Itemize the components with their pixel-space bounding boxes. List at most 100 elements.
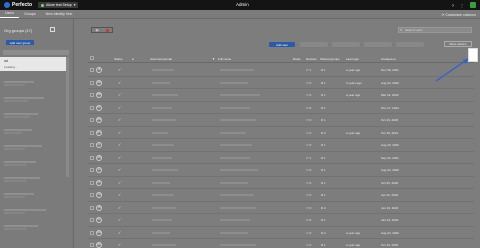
row-checkbox[interactable]: [90, 68, 94, 72]
group-filter-input[interactable]: [3, 50, 69, 55]
sort-icon[interactable]: ▼: [212, 57, 215, 61]
group-item[interactable]: [4, 81, 34, 87]
row-checkbox[interactable]: [90, 143, 94, 147]
devices-cell: ▭ 0: [306, 80, 312, 85]
row-checkbox[interactable]: [90, 155, 94, 160]
toggle-right[interactable]: [102, 28, 112, 32]
full-name-cell: [220, 244, 256, 246]
table-row[interactable]: LT ✓ ▭ 0 ⧉ 1 Aug 20, 2020: [88, 139, 474, 152]
row-checkbox[interactable]: [90, 180, 94, 185]
table-row[interactable]: KC ✓ ▭ 0 ⧉ 1 Oct 25, 2020: [88, 177, 474, 189]
group-item[interactable]: [4, 161, 36, 167]
header-created-on[interactable]: Created on: [381, 57, 396, 61]
toolbar-action-disabled[interactable]: [300, 42, 328, 47]
username-cell[interactable]: [152, 131, 168, 134]
username-cell[interactable]: [152, 94, 178, 96]
avatar: JB: [96, 204, 102, 211]
username-cell[interactable]: [152, 81, 170, 84]
table-row[interactable]: AB ✓ ▭ 1 ⧉ 1 Sep 20, 2021: [88, 152, 474, 164]
collapse-panel-icon[interactable]: [50, 27, 55, 32]
last-login-cell: a year ago: [346, 230, 361, 235]
menu-icon[interactable]: ⋮: [460, 3, 464, 8]
username-cell[interactable]: [152, 119, 176, 121]
header-devices[interactable]: Devices: [306, 57, 317, 61]
table-row[interactable]: AW ✓ ▭ 0 ⧉ 2 a year ago Aug 24, 2020: [88, 227, 474, 239]
table-row[interactable]: SL ✓ ▭ 0 ⧉ 1 Jan 23, 2020: [88, 214, 474, 227]
header-shared-groups[interactable]: Shared groups: [320, 57, 340, 61]
table-row[interactable]: JB ✓ ▭ 0 ⧉ 2 Jun 10, 2022: [88, 202, 474, 214]
add-user-button[interactable]: Add user: [269, 42, 295, 47]
help-icon[interactable]: ?: [452, 3, 454, 8]
panel-scrollbar[interactable]: [66, 57, 69, 177]
username-cell[interactable]: [152, 194, 174, 196]
username-cell[interactable]: [152, 244, 176, 246]
more-actions-button[interactable]: More actions: [444, 41, 472, 47]
table-row[interactable]: JO ✓ ▭ 0 ⧉ 1 Aug 24, 2020: [88, 164, 474, 177]
row-checkbox[interactable]: [90, 80, 94, 85]
username-cell[interactable]: [152, 69, 174, 71]
toggle-left[interactable]: ▦: [92, 28, 102, 32]
header-full-name[interactable]: Full name: [218, 57, 231, 61]
toolbar-action-disabled[interactable]: [396, 42, 424, 47]
group-item[interactable]: [4, 193, 34, 199]
row-checkbox[interactable]: [90, 118, 94, 122]
header-status[interactable]: Status: [114, 57, 123, 61]
group-item-selected[interactable]: ad Loading...: [0, 57, 66, 71]
add-group-button[interactable]: Add user group: [6, 40, 34, 45]
username-cell[interactable]: [152, 206, 176, 209]
created-on-cell: Aug 24, 2020: [381, 168, 399, 172]
row-checkbox[interactable]: [90, 130, 94, 135]
row-checkbox[interactable]: [90, 168, 94, 172]
header-username[interactable]: Username/email: [150, 57, 172, 61]
table-row[interactable]: BM ✓ ▭ 0 ⧉ 1 a year ago Mar 19, 2022: [88, 89, 474, 102]
table-row[interactable]: JB ✓ ▭ 1 ⧉ 1 a year ago Nov 30, 2021: [88, 64, 474, 77]
row-checkbox[interactable]: [90, 193, 94, 197]
group-item[interactable]: [4, 177, 40, 183]
username-cell[interactable]: [152, 181, 170, 184]
row-checkbox[interactable]: [90, 218, 94, 222]
group-item[interactable]: [4, 129, 32, 135]
table-row[interactable]: MR ✓ ▭ 0 ⧉ 1 a year ago Oct 19, 2020: [88, 239, 474, 248]
row-checkbox[interactable]: [90, 230, 94, 235]
row-checkbox[interactable]: [90, 243, 94, 247]
table-row[interactable]: ST ✓ ▭ 0 ⧉ 1 Nov 17, 2024: [88, 102, 474, 114]
select-all-checkbox[interactable]: [90, 56, 94, 60]
toolbar-action-disabled[interactable]: [364, 42, 392, 47]
header-last-login[interactable]: Last login: [346, 57, 359, 61]
group-item[interactable]: [4, 97, 44, 103]
table-row[interactable]: MR ✓ ▭ 0 ⧉ 1 Oct 19, 2020: [88, 114, 474, 127]
username-cell[interactable]: [152, 169, 178, 171]
group-item[interactable]: [4, 225, 38, 231]
full-name-cell: [220, 131, 246, 134]
username-cell[interactable]: [152, 144, 174, 146]
last-login-cell: a year ago: [346, 68, 361, 72]
group-item[interactable]: [4, 209, 46, 215]
table-row[interactable]: DR ✓ ▭ 0 ⧉ 1 3 years ago Aug 24, 2020: [88, 77, 474, 89]
username-cell[interactable]: [152, 156, 172, 159]
created-on-cell: Mar 19, 2022: [381, 93, 399, 97]
tab-users[interactable]: Users: [0, 11, 20, 18]
tab-groups[interactable]: Groups: [19, 12, 40, 18]
toolbar-action-disabled[interactable]: [332, 42, 360, 47]
username-cell[interactable]: [152, 231, 170, 234]
header-roles[interactable]: Roles: [293, 57, 301, 61]
row-checkbox[interactable]: [90, 105, 94, 110]
username-cell[interactable]: [152, 106, 172, 109]
tab-identity-hub[interactable]: New Identity Hub: [41, 12, 78, 18]
devices-cell: ▭ 0: [306, 218, 312, 222]
devices-cell: ▭ 0: [306, 243, 312, 247]
group-item[interactable]: [4, 113, 38, 119]
table-row[interactable]: MS ✓ ▭ 0 ⧉ 2 a year ago Oct 18, 2021: [88, 127, 474, 139]
user-avatar[interactable]: [470, 2, 476, 8]
row-checkbox[interactable]: [90, 205, 94, 210]
table-row[interactable]: TG ✓ ▭ 0 ⧉ 1 Apr 22, 2022: [88, 189, 474, 202]
group-item[interactable]: [4, 145, 42, 151]
username-cell[interactable]: [152, 219, 172, 221]
view-toggle[interactable]: ▦: [91, 27, 113, 33]
logo[interactable]: Perfecto: [4, 2, 32, 8]
environment-selector[interactable]: Allure test Setup ▾: [38, 2, 79, 8]
search-input[interactable]: ⌕ Search users: [398, 27, 472, 33]
shared-groups-cell: ⧉ 1: [321, 168, 326, 172]
customize-columns-link[interactable]: ⟳ Customize columns: [442, 13, 476, 17]
row-checkbox[interactable]: [90, 93, 94, 97]
